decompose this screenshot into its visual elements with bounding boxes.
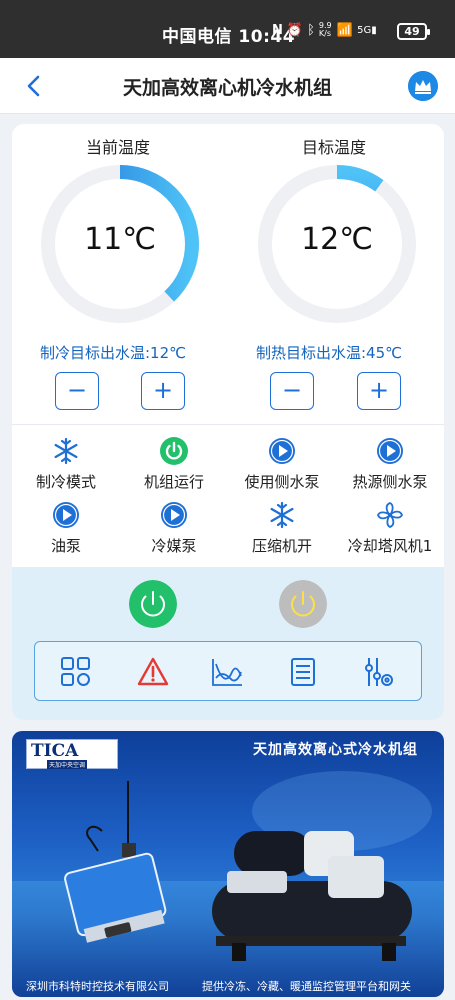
settings-sliders-icon[interactable] [362, 656, 396, 688]
status-label: 冷却塔风机1 [347, 537, 433, 555]
status-user-side-pump: 使用侧水泵 [228, 437, 336, 492]
cooling-plus-button[interactable]: + [141, 372, 185, 410]
wifi-icon: 📶 [336, 22, 354, 38]
heating-setpoint: 制热目标出水温:45℃ [256, 344, 402, 362]
product-banner: TICA 天加中央空调 天加高效离心式冷水机组 深圳市科特时控技术有限公司 提供… [12, 731, 444, 997]
bluetooth-icon: ᛒ [307, 22, 315, 38]
current-temp-value: 11℃ [84, 222, 156, 257]
status-unit-running: 机组运行 [120, 437, 228, 492]
status-label: 制冷模式 [35, 473, 96, 491]
status-oil-pump: 油泵 [12, 501, 120, 556]
power-off-button[interactable] [279, 580, 327, 628]
status-label: 使用侧水泵 [244, 473, 320, 491]
status-bar: 中国电信 10:44 N ⏰ ᛒ 9.9 K/s 📶 5G▮ 49 [0, 0, 455, 58]
status-refrigerant-pump: 冷媒泵 [120, 501, 228, 556]
target-temp-value: 12℃ [301, 222, 373, 257]
banner-title: 天加高效离心式冷水机组 [253, 742, 418, 758]
list-icon[interactable] [286, 656, 320, 688]
chart-icon[interactable] [210, 656, 244, 688]
snowflake-icon [54, 437, 78, 465]
grid-icon[interactable] [59, 656, 93, 688]
status-cooling-tower-fan: 冷却塔风机1 [336, 501, 444, 556]
status-source-side-pump: 热源侧水泵 [336, 437, 444, 492]
status-label: 油泵 [50, 537, 81, 555]
battery-icon: 49 [397, 23, 430, 40]
play-icon [53, 502, 79, 528]
play-icon [161, 502, 187, 528]
status-label: 热源侧水泵 [352, 473, 428, 491]
current-temp-label: 当前温度 [86, 138, 151, 157]
nfc-icon: N [272, 22, 283, 38]
power-icon [160, 437, 188, 465]
crown-icon[interactable] [408, 71, 438, 101]
alarm-clock-icon: ⏰ [286, 22, 304, 38]
company-name: 深圳市科特时控技术有限公司 [26, 980, 169, 993]
play-icon [269, 438, 295, 464]
status-cooling-mode: 制冷模式 [12, 437, 120, 492]
divider [12, 424, 444, 425]
net-speed: 9.9 K/s [318, 21, 332, 38]
page-title: 天加高效离心机冷水机组 [122, 77, 332, 99]
snowflake-icon [270, 501, 294, 529]
signal-icon: 5G▮ [357, 24, 377, 36]
app-header: 天加高效离心机冷水机组 [0, 58, 455, 114]
banner-illustration [12, 771, 444, 997]
status-label: 压缩机开 [251, 537, 312, 555]
logo-subtext: 天加中央空调 [47, 760, 88, 769]
target-temp-label: 目标温度 [302, 138, 367, 157]
control-card: 当前温度 11℃ 目标温度 12℃ 制冷目标出水温:12℃ 制热目标出水温:45… [12, 124, 444, 720]
status-label: 冷媒泵 [151, 537, 197, 555]
function-toolbar [34, 641, 422, 701]
service-description: 提供冷冻、冷藏、暖通监控管理平台和网关 [202, 980, 411, 993]
status-label: 机组运行 [143, 473, 204, 491]
logo-text: TICA [31, 741, 79, 761]
heating-minus-button[interactable]: − [270, 372, 314, 410]
heating-plus-button[interactable]: + [357, 372, 401, 410]
power-on-button[interactable] [129, 580, 177, 628]
cooling-setpoint: 制冷目标出水温:12℃ [40, 344, 186, 362]
fan-icon [377, 502, 403, 528]
banner-footer: 深圳市科特时控技术有限公司 提供冷冻、冷藏、暖通监控管理平台和网关 [12, 973, 444, 997]
cooling-minus-button[interactable]: − [55, 372, 99, 410]
alarm-icon[interactable] [136, 656, 170, 688]
status-compressor-on: 压缩机开 [228, 501, 336, 556]
tica-logo: TICA 天加中央空调 [26, 739, 118, 769]
status-icons: N ⏰ ᛒ 9.9 K/s 📶 5G▮ [272, 22, 377, 38]
play-icon [377, 438, 403, 464]
control-panel [12, 567, 444, 720]
